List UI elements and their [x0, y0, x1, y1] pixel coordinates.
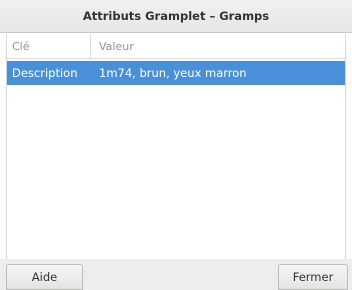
button-bar: Aide Fermer — [0, 259, 352, 290]
table-row[interactable]: Description 1m74, brun, yeux marron — [7, 61, 345, 85]
title-bar: Attributs Gramplet – Gramps — [0, 0, 352, 33]
column-header-key[interactable]: Clé — [7, 34, 91, 58]
list-header: Clé Valeur — [7, 34, 345, 59]
row-value-cell: 1m74, brun, yeux marron — [99, 66, 247, 80]
column-header-value[interactable]: Valeur — [91, 34, 134, 58]
close-button[interactable]: Fermer — [278, 264, 348, 290]
row-key-cell: Description — [12, 66, 78, 80]
help-button[interactable]: Aide — [6, 264, 83, 290]
attributes-list[interactable]: Clé Valeur Description 1m74, brun, yeux … — [6, 34, 346, 259]
window-title: Attributs Gramplet – Gramps — [82, 9, 270, 23]
